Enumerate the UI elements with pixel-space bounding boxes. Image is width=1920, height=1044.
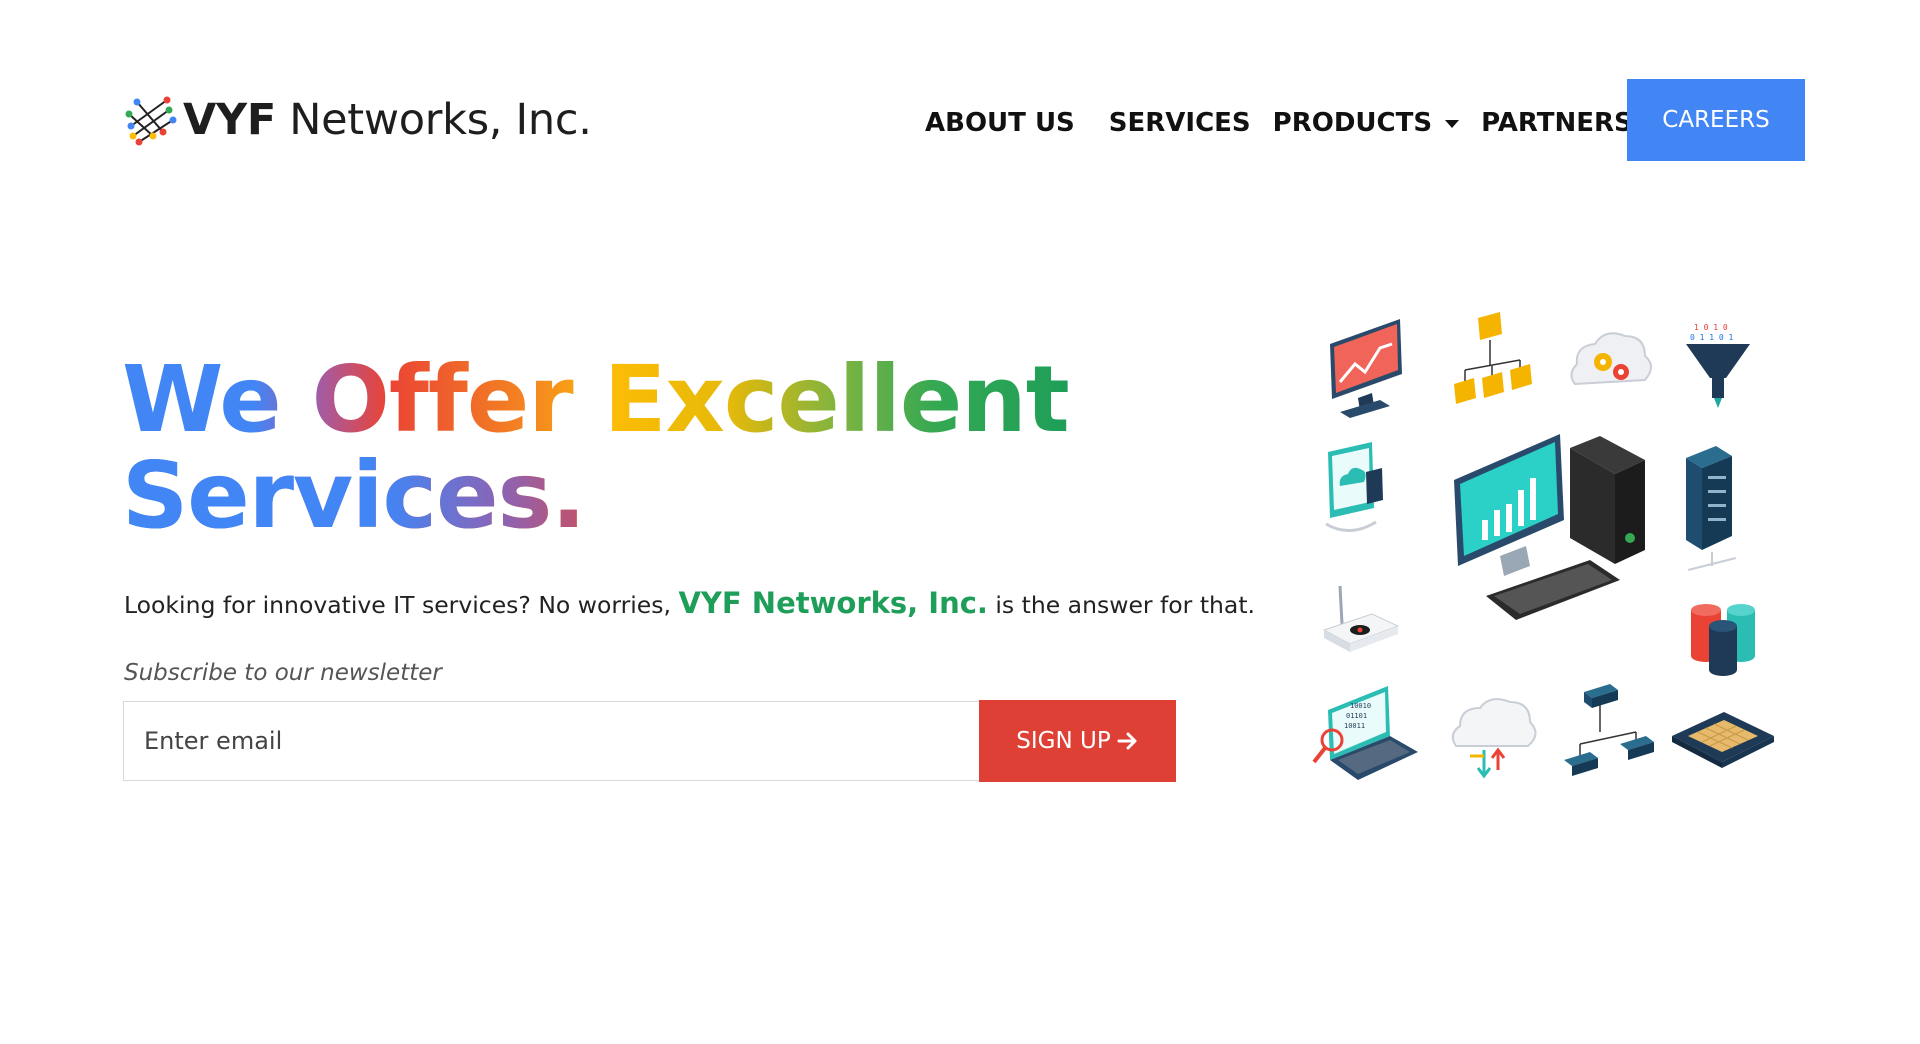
- page: VYF Networks, Inc. ABOUT US SERVICES PRO…: [0, 0, 1920, 1044]
- tablet-cloud-sync-icon: [1325, 442, 1383, 532]
- logo-rest: Networks, Inc.: [275, 94, 592, 145]
- data-funnel-icon: 1 0 1 0 0 1 1 0 1: [1686, 323, 1750, 408]
- database-stack-icon: [1691, 604, 1755, 676]
- cpu-chip-icon: [1672, 712, 1774, 768]
- svg-text:10011: 10011: [1344, 722, 1365, 730]
- main-nav: ABOUT US SERVICES PRODUCTS PARTNERS: [925, 108, 1633, 138]
- folder-hierarchy-icon: [1454, 312, 1532, 404]
- svg-text:1 0 1 0: 1 0 1 0: [1694, 323, 1728, 332]
- services-illustration: 1 0 1 0 0 1 1 0 1 10010 01101 10011: [1300, 310, 1790, 790]
- careers-button[interactable]: CAREERS: [1627, 79, 1805, 161]
- nav-products[interactable]: PRODUCTS: [1272, 108, 1460, 138]
- hero-headline: We Offer Excellent Services.: [122, 352, 1069, 544]
- nav-services[interactable]: SERVICES: [1109, 108, 1251, 138]
- newsletter-form: SIGN UP: [123, 700, 1176, 782]
- hero-headline-line2: Services.: [122, 448, 1069, 544]
- network-nodes-icon: [125, 96, 177, 146]
- desktop-computer-icon: [1454, 434, 1645, 620]
- svg-text:10010: 10010: [1350, 702, 1371, 710]
- arrow-right-icon: [1117, 732, 1137, 750]
- cloud-gears-icon: [1570, 332, 1652, 386]
- signup-label: SIGN UP: [1016, 728, 1111, 754]
- monitor-chart-icon: [1330, 319, 1402, 418]
- tagline-brand: VYF Networks, Inc.: [678, 586, 988, 620]
- nav-partners[interactable]: PARTNERS: [1481, 108, 1633, 138]
- svg-text:01101: 01101: [1346, 712, 1367, 720]
- signup-button[interactable]: SIGN UP: [979, 700, 1176, 782]
- logo[interactable]: VYF Networks, Inc.: [123, 92, 592, 148]
- server-rack-icon: [1686, 446, 1737, 571]
- router-icon: [1322, 585, 1400, 652]
- hero-headline-line1: We Offer Excellent: [122, 346, 1069, 453]
- laptop-binary-search-icon: 10010 01101 10011: [1312, 686, 1418, 780]
- logo-bold: VYF: [183, 94, 276, 145]
- svg-text:0 1 1 0 1: 0 1 1 0 1: [1690, 333, 1734, 342]
- tagline-after: is the answer for that.: [987, 591, 1256, 619]
- logo-text: VYF Networks, Inc.: [183, 98, 592, 142]
- cloud-transfer-icon: [1451, 698, 1537, 779]
- hero-tagline: Looking for innovative IT services? No w…: [124, 586, 1255, 620]
- caret-down-icon: [1445, 120, 1460, 128]
- subscribe-label: Subscribe to our newsletter: [124, 660, 442, 686]
- email-input[interactable]: [123, 701, 979, 781]
- tagline-before: Looking for innovative IT services? No w…: [124, 591, 679, 619]
- nav-about-us[interactable]: ABOUT US: [925, 108, 1075, 138]
- network-switches-icon: [1564, 684, 1654, 776]
- nav-products-label: PRODUCTS: [1272, 108, 1433, 138]
